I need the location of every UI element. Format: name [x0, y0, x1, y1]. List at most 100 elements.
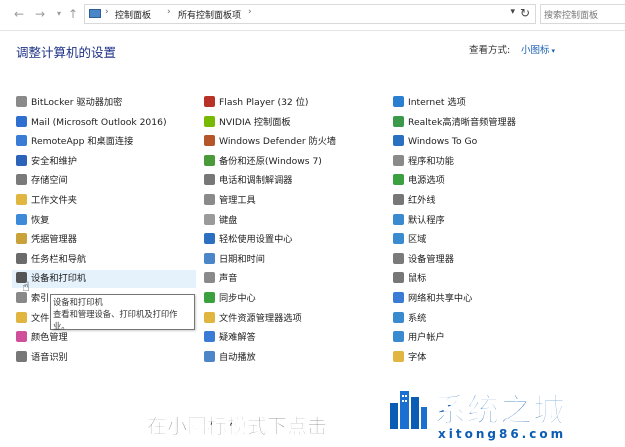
forward-arrow-icon[interactable]: →	[33, 6, 47, 22]
control-panel-item[interactable]: 索引	[16, 290, 49, 308]
control-panel-item-label: 文件资源管理器选项	[219, 312, 302, 324]
mouse-icon	[393, 272, 404, 284]
control-panel-item-label: NVIDIA 控制面板	[219, 116, 291, 128]
control-panel-item-label: 存储空间	[31, 175, 68, 187]
control-panel-item-label: Flash Player (32 位)	[219, 97, 309, 108]
control-panel-item-label: 用户帐户	[408, 332, 445, 344]
storage-icon	[16, 174, 27, 186]
explorer-options-icon	[204, 311, 215, 323]
clock-icon	[204, 252, 215, 264]
breadcrumb-control-panel[interactable]: 控制面板	[115, 8, 151, 21]
control-panel-item[interactable]: 设备管理器	[393, 251, 454, 269]
control-panel-item[interactable]: 声音	[204, 270, 237, 288]
control-panel-item-label: 声音	[219, 273, 238, 285]
internet-icon	[393, 96, 404, 107]
control-panel-item[interactable]: 程序和功能	[393, 153, 454, 171]
mic-icon	[16, 350, 27, 362]
view-by-dropdown[interactable]: 小图标	[521, 42, 555, 56]
control-panel-item[interactable]: 存储空间	[16, 172, 68, 190]
control-panel-item[interactable]: 设备和打印机	[12, 270, 196, 289]
control-panel-item-label: 电话和调制解调器	[219, 175, 293, 187]
up-arrow-icon[interactable]: ↑	[66, 6, 80, 22]
network-icon	[393, 292, 404, 303]
control-panel-item[interactable]: Internet 选项	[393, 94, 466, 112]
control-panel-item[interactable]: 电源选项	[393, 172, 445, 190]
control-panel-item[interactable]: Windows Defender 防火墙	[204, 133, 336, 151]
control-panel-item[interactable]: Windows To Go	[393, 133, 477, 151]
control-panel-item-label: 默认程序	[408, 214, 445, 226]
control-panel-item[interactable]: 凭据管理器	[16, 231, 77, 249]
address-dropdown-icon[interactable]: ▾	[510, 7, 515, 17]
video-subtitle: 在小图标模式下点击	[147, 414, 328, 439]
control-panel-item-label: 自动播放	[219, 351, 256, 363]
logo-url: xitong86.com	[438, 427, 567, 441]
control-panel-item[interactable]: 备份和还原(Windows 7)	[204, 153, 322, 171]
backup-icon	[204, 154, 215, 166]
control-panel-item[interactable]: 轻松使用设置中心	[204, 231, 293, 249]
control-panel-item[interactable]: 疑难解答	[204, 329, 256, 347]
control-panel-item[interactable]: BitLocker 驱动器加密	[16, 94, 122, 112]
control-panel-item[interactable]: RemoteApp 和桌面连接	[16, 133, 133, 151]
flash-icon	[204, 96, 215, 107]
control-panel-item[interactable]: 语音识别	[16, 349, 68, 367]
control-panel-item[interactable]: 区域	[393, 231, 426, 249]
refresh-icon[interactable]: ↻	[520, 6, 530, 20]
sync-icon	[204, 292, 215, 303]
breadcrumb-separator-icon[interactable]: ›	[105, 7, 109, 17]
recent-locations-icon[interactable]: ▾	[52, 6, 66, 22]
breadcrumb-all-items[interactable]: 所有控制面板项	[178, 8, 241, 21]
search-box[interactable]: 搜索控制面板	[540, 4, 625, 24]
folder-icon	[16, 194, 27, 205]
file-history-icon	[16, 311, 27, 323]
control-panel-item-label: Internet 选项	[408, 97, 466, 108]
control-panel-item[interactable]: 同步中心	[204, 290, 256, 308]
control-panel-item[interactable]: 电话和调制解调器	[204, 172, 293, 190]
control-panel-item[interactable]: 任务栏和导航	[16, 251, 86, 269]
control-panel-item-label: 键盘	[219, 214, 238, 226]
control-panel-item[interactable]: Realtek高清晰音频管理器	[393, 114, 516, 132]
control-panel-item[interactable]: 文件资源管理器选项	[204, 310, 302, 328]
address-bar[interactable]: › 控制面板 › 所有控制面板项 › ▾ ↻	[84, 4, 536, 24]
control-panel-item-label: 备份和还原(Windows 7)	[219, 155, 322, 167]
recovery-icon	[16, 213, 27, 225]
control-panel-item[interactable]: 用户帐户	[393, 329, 445, 347]
control-panel-item[interactable]: 字体	[393, 349, 426, 367]
city-logo-icon	[390, 391, 427, 429]
color-icon	[16, 331, 27, 343]
remoteapp-icon	[16, 135, 27, 147]
control-panel-item[interactable]: 工作文件夹	[16, 192, 77, 210]
control-panel-item[interactable]: 网络和共享中心	[393, 290, 472, 308]
fonts-icon	[393, 350, 404, 362]
power-icon	[393, 174, 404, 186]
control-panel-item[interactable]: 管理工具	[204, 192, 256, 210]
control-panel-item[interactable]: 键盘	[204, 212, 237, 230]
control-panel-item-label: 恢复	[31, 214, 50, 226]
credential-icon	[16, 233, 27, 245]
search-input[interactable]: 搜索控制面板	[544, 8, 598, 21]
control-panel-item[interactable]: 安全和维护	[16, 153, 77, 171]
control-panel-item[interactable]: Mail (Microsoft Outlook 2016)	[16, 114, 167, 132]
control-panel-item[interactable]: 鼠标	[393, 270, 426, 288]
realtek-icon	[393, 115, 404, 127]
device-manager-icon	[393, 252, 404, 264]
control-panel-item[interactable]: 系统	[393, 310, 426, 328]
control-panel-icon	[89, 9, 101, 18]
control-panel-item[interactable]: 自动播放	[204, 349, 256, 367]
tooltip-title: 设备和打印机	[53, 297, 103, 307]
control-panel-item[interactable]: 默认程序	[393, 212, 445, 230]
back-arrow-icon[interactable]: ←	[12, 6, 26, 22]
control-panel-item-label: 电源选项	[408, 175, 445, 187]
breadcrumb-separator-icon[interactable]: ›	[167, 7, 171, 17]
control-panel-item[interactable]: 恢复	[16, 212, 49, 230]
control-panel-item[interactable]: Flash Player (32 位)	[204, 94, 308, 112]
control-panel-item[interactable]: 日期和时间	[204, 251, 265, 269]
system-icon	[393, 311, 404, 323]
hand-cursor-icon: ☝	[22, 280, 30, 295]
watermark-logo: 系统之城 xitong86.com	[380, 383, 625, 447]
control-panel-item[interactable]: 红外线	[393, 192, 436, 210]
control-panel-item-label: 字体	[408, 351, 427, 363]
breadcrumb-separator-icon[interactable]: ›	[248, 7, 252, 17]
page-title: 调整计算机的设置	[16, 45, 117, 60]
control-panel-item[interactable]: NVIDIA 控制面板	[204, 114, 291, 132]
control-panel-item[interactable]: 文件	[16, 310, 49, 328]
